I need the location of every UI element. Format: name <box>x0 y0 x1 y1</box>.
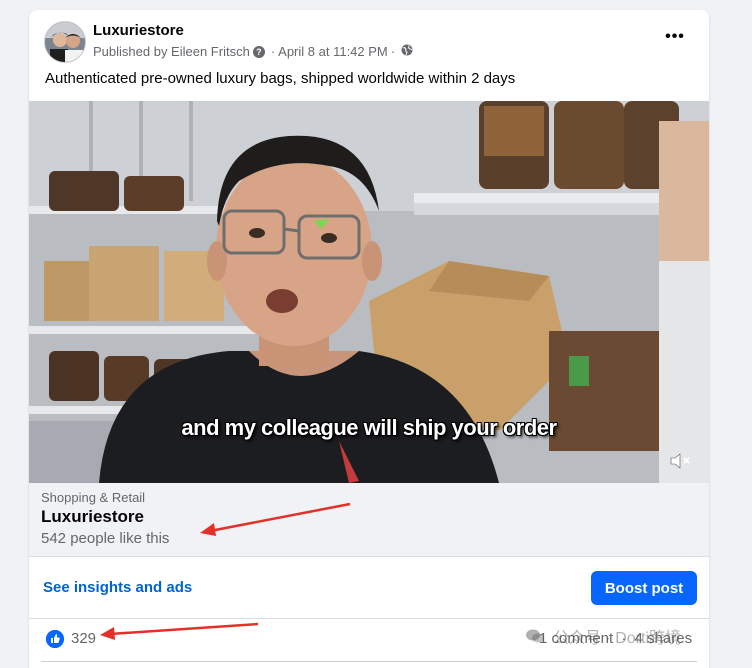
more-options-button[interactable]: ••• <box>661 28 689 52</box>
video-caption: and my colleague will ship your order <box>181 415 557 440</box>
reaction-count[interactable]: 329 <box>71 630 96 647</box>
wechat-icon <box>525 628 545 644</box>
insights-row: See insights and ads Boost post <box>29 557 709 619</box>
page-likes-count: 542 people like this <box>41 530 170 547</box>
published-by[interactable]: Published by Eileen Fritsch <box>93 44 250 59</box>
mute-button[interactable] <box>669 451 693 471</box>
meta-separator: · <box>270 44 276 59</box>
meta-separator: · <box>390 44 396 59</box>
like-reaction-icon[interactable] <box>46 630 64 648</box>
avatar-photo <box>45 22 85 62</box>
page-avatar[interactable] <box>44 21 86 63</box>
question-icon[interactable]: ? <box>252 45 265 58</box>
post-card: Luxuriestore Published by Eileen Fritsch… <box>29 10 709 668</box>
page-category: Shopping & Retail <box>41 490 146 505</box>
page-info-name[interactable]: Luxuriestore <box>41 507 144 527</box>
post-date[interactable]: April 8 at 11:42 PM <box>278 44 388 59</box>
post-text: Authenticated pre-owned luxury bags, shi… <box>45 70 516 87</box>
watermark-text: 公众号 · Dorti跨境 <box>553 630 682 647</box>
video-player[interactable]: and my colleague will ship your order <box>29 101 709 483</box>
boost-post-button[interactable]: Boost post <box>591 571 697 605</box>
page-info-panel[interactable]: Shopping & Retail Luxuriestore 542 peopl… <box>29 483 709 557</box>
post-header: Luxuriestore Published by Eileen Fritsch… <box>29 10 709 70</box>
post-meta: Published by Eileen Fritsch ? · April 8 … <box>93 44 413 59</box>
watermark: 公众号 · Dorti跨境 <box>525 624 681 648</box>
page-name[interactable]: Luxuriestore <box>93 22 184 39</box>
see-insights-link[interactable]: See insights and ads <box>43 579 192 596</box>
divider <box>41 661 697 662</box>
speaker-muted-icon <box>670 453 690 469</box>
globe-icon <box>401 44 413 59</box>
